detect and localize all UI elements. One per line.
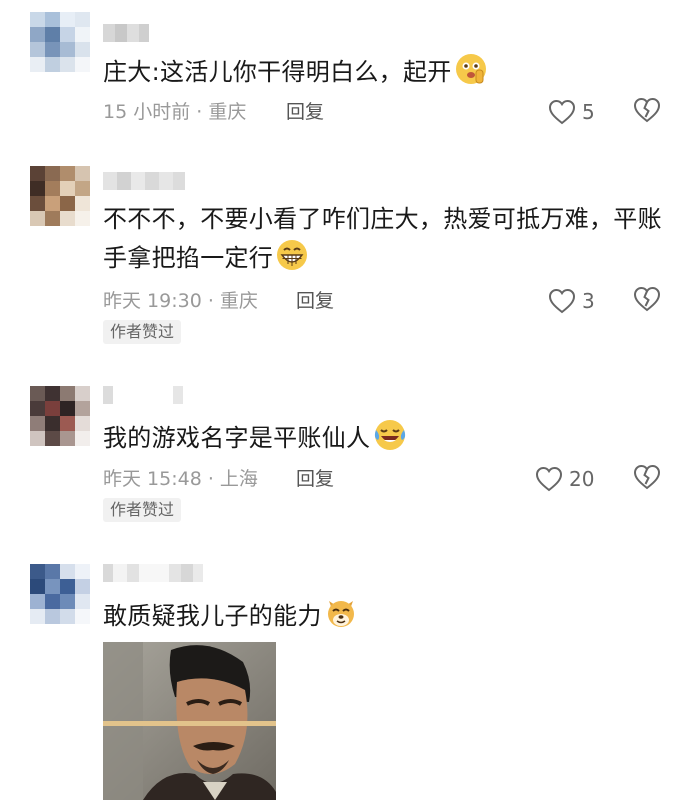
comment-text: 庄大:这活儿你干得明白么，起开 [103, 52, 673, 97]
username[interactable] [103, 564, 203, 582]
broken-heart-icon [633, 97, 661, 123]
dislike-button[interactable] [633, 286, 661, 316]
reply-button[interactable]: 回复 [296, 466, 334, 492]
avatar[interactable] [30, 166, 90, 226]
comment-item: 不不不，不要小看了咋们庄大，热爱可抵万难，平账手拿把掐一定行 昨天 19:30 … [0, 150, 690, 360]
shushing-face-emoji [454, 52, 488, 97]
dog-face-emoji [324, 596, 358, 641]
broken-heart-icon [633, 464, 661, 490]
comment-meta: 昨天 15:48 · 上海 [103, 468, 258, 490]
dislike-button[interactable] [633, 464, 661, 494]
heart-outline-icon [548, 99, 576, 125]
like-count: 20 [569, 467, 595, 491]
comment-text: 我的游戏名字是平账仙人 [103, 418, 673, 463]
avatar[interactable] [30, 564, 90, 624]
like-button[interactable]: 5 [548, 97, 595, 127]
username[interactable] [103, 172, 185, 190]
username[interactable] [103, 386, 183, 404]
like-count: 5 [582, 100, 595, 124]
comment-photo [103, 642, 276, 800]
author-liked-tag: 作者赞过 [103, 498, 182, 522]
dislike-button[interactable] [633, 97, 661, 127]
username[interactable] [103, 24, 149, 42]
heart-outline-icon [535, 466, 563, 492]
reply-button[interactable]: 回复 [286, 99, 324, 125]
like-button[interactable]: 20 [535, 464, 594, 494]
broken-heart-icon [633, 286, 661, 312]
comment-list: 庄大:这活儿你干得明白么，起开 15 小时前 · 重庆 回复 5 不不不，不要小… [0, 0, 690, 800]
tears-of-joy-emoji [372, 418, 408, 463]
author-liked-tag: 作者赞过 [103, 320, 182, 344]
avatar[interactable] [30, 12, 90, 72]
grinning-face-emoji [275, 238, 309, 283]
comment-text: 敢质疑我儿子的能力 [103, 596, 673, 641]
heart-outline-icon [548, 288, 576, 314]
avatar[interactable] [30, 386, 90, 446]
comment-meta: 15 小时前 · 重庆 [103, 101, 247, 123]
comment-item: 庄大:这活儿你干得明白么，起开 15 小时前 · 重庆 回复 5 [0, 0, 690, 150]
comment-image[interactable] [103, 642, 276, 800]
like-count: 3 [582, 289, 595, 313]
comment-meta: 昨天 19:30 · 重庆 [103, 290, 258, 312]
comment-text: 不不不，不要小看了咋们庄大，热爱可抵万难，平账手拿把掐一定行 [103, 200, 673, 283]
like-button[interactable]: 3 [548, 286, 595, 316]
comment-item: 我的游戏名字是平账仙人 昨天 15:48 · 上海 回复 20 作者赞过 [0, 370, 690, 550]
reply-button[interactable]: 回复 [296, 288, 334, 314]
